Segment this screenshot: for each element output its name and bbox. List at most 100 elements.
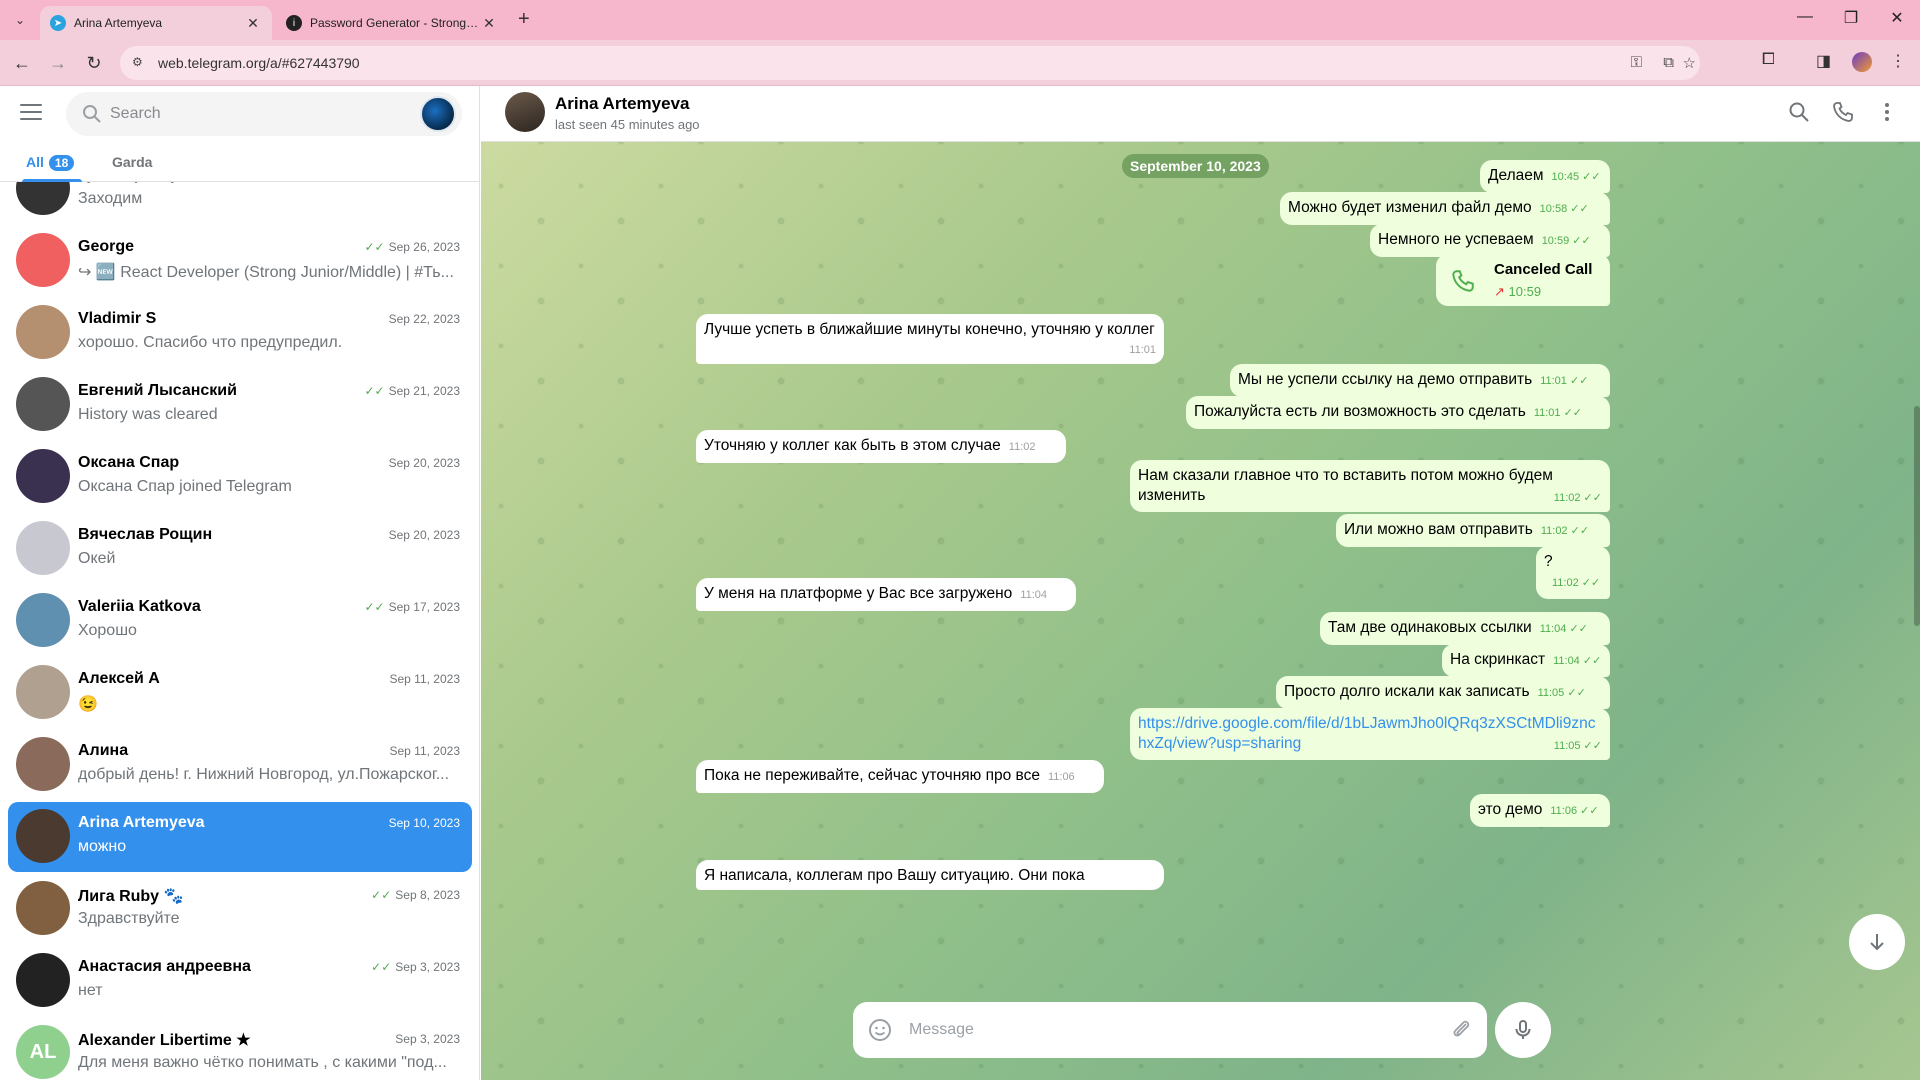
outgoing-message[interactable]: https://drive.google.com/file/d/1bLJawmJ… (1130, 708, 1610, 760)
emoji-icon[interactable] (867, 1017, 893, 1043)
incoming-message[interactable]: У меня на платформе у Вас все загружено 1… (696, 578, 1076, 611)
message-text: Можно будет изменил файл демо (1288, 199, 1532, 216)
chat-list-item[interactable]: Гульнара Мухаметова Заходим (8, 182, 472, 224)
more-options-icon[interactable] (1875, 100, 1899, 124)
outgoing-message[interactable]: Делаем 10:45 ✓✓ (1480, 160, 1610, 193)
read-checkmark-icon: ✓✓ (1580, 492, 1602, 504)
chat-list-item[interactable]: Анастасия андреевна ✓✓ Sep 3, 2023 нет (8, 946, 472, 1016)
scrollbar[interactable] (1914, 406, 1920, 626)
message-input[interactable]: Message (853, 1002, 1487, 1058)
read-checkmark-icon: ✓✓ (1569, 235, 1591, 247)
chat-list-item[interactable]: AL Alexander Libertime ★ Sep 3, 2023 Для ме… (8, 1018, 472, 1080)
address-bar[interactable]: ⚙ web.telegram.org/a/#627443790 ⚿ ⧉ ☆ (120, 46, 1700, 80)
phone-icon[interactable] (1450, 268, 1476, 294)
incoming-message[interactable]: Уточняю у коллег как быть в этом случае 1… (696, 430, 1066, 463)
chat-list-item[interactable]: Лига Ruby 🐾 ✓✓ Sep 8, 2023 Здравствуйте (8, 874, 472, 944)
tab-garda[interactable]: Garda (112, 154, 152, 170)
message-time: 11:04 (1020, 589, 1047, 601)
extensions-icon[interactable]: ⧠ (1762, 51, 1775, 69)
side-panel-icon[interactable]: ◨ (1816, 51, 1831, 71)
chat-list-item[interactable]: Вячеслав Рощин Sep 20, 2023 Окей (8, 514, 472, 584)
search-input[interactable]: Search (66, 92, 462, 136)
tab-label: Garda (112, 154, 153, 170)
chat-list-item[interactable]: Arina Artemyeva Sep 10, 2023 можно (8, 802, 472, 872)
close-tab-icon[interactable]: ✕ (244, 15, 262, 32)
message-time-text: 10:58 (1539, 203, 1568, 215)
attach-icon[interactable] (1449, 1017, 1473, 1041)
contact-name[interactable]: Arina Artemyeva (555, 94, 690, 114)
bookmark-star-icon[interactable]: ☆ (1683, 54, 1696, 72)
chat-name: Оксана Спар (78, 454, 180, 471)
restore-icon[interactable]: ❐ (1836, 8, 1866, 28)
install-app-icon[interactable]: ⧉ (1663, 54, 1674, 71)
tab-all[interactable]: All 18 (26, 154, 75, 171)
outgoing-message[interactable]: На скринкаст 11:04 ✓✓ (1442, 644, 1610, 677)
outgoing-message[interactable]: Нам сказали главное что то вставить пото… (1130, 460, 1610, 512)
message-link[interactable]: https://drive.google.com/file/d/1bLJawmJ… (1138, 715, 1595, 752)
stories-avatar[interactable] (420, 96, 456, 132)
tab-telegram[interactable]: ➤ Arina Artemyeva ✕ (40, 6, 272, 40)
incoming-message[interactable]: Лучше успеть в ближайшие минуты конечно,… (696, 314, 1164, 364)
tab-search-button[interactable]: ⌄ (8, 8, 32, 32)
chat-list-item[interactable]: Евгений Лысанский ✓✓ Sep 21, 2023 History w… (8, 370, 472, 440)
outgoing-message[interactable]: Или можно вам отправить 11:02 ✓✓ (1336, 514, 1610, 547)
outgoing-message[interactable]: Немного не успеваем 10:59 ✓✓ (1370, 224, 1610, 257)
read-checkmark-icon: ✓✓ (1567, 525, 1590, 537)
chat-list-item[interactable]: George ✓✓ Sep 26, 2023 ↪ 🆕 React Developer … (8, 226, 472, 296)
voice-record-button[interactable] (1495, 1002, 1551, 1058)
outgoing-message[interactable]: Мы не успели ссылку на демо отправить 11:… (1230, 364, 1610, 397)
chat-preview: Для меня важно чётко понимать , с какими… (78, 1054, 447, 1071)
incoming-message[interactable]: Пока не переживайте, сейчас уточняю про … (696, 760, 1104, 793)
key-icon[interactable]: ⚿ (1631, 54, 1642, 71)
menu-icon[interactable] (20, 104, 42, 122)
message-time: 11:05 ✓✓ (1538, 687, 1586, 699)
forward-button[interactable]: → (46, 51, 70, 75)
contact-avatar[interactable] (505, 92, 545, 132)
chat-name: Вячеслав Рощин (78, 526, 213, 543)
read-checkmark-icon: ✓✓ (1579, 171, 1601, 183)
call-time-text: 10:59 (1508, 284, 1542, 299)
chat-preview: Здравствуйте (78, 910, 180, 927)
back-button[interactable]: ← (10, 51, 34, 75)
message-time: 11:01 ✓✓ (1540, 375, 1588, 387)
read-checkmark-icon: ✓✓ (371, 960, 392, 974)
avatar (16, 953, 70, 1007)
chat-preview: Оксана Спар joined Telegram (78, 478, 292, 495)
site-info-icon[interactable]: ⚙ (132, 55, 148, 71)
outgoing-message[interactable]: это демо 11:06 ✓✓ (1470, 794, 1610, 827)
chat-list-item[interactable]: Valeriia Katkova ✓✓ Sep 17, 2023 Хорошо (8, 586, 472, 656)
close-tab-icon[interactable]: ✕ (480, 15, 498, 32)
message-time: 11:06 ✓✓ (1550, 805, 1598, 817)
chat-header[interactable]: Arina Artemyeva last seen 45 minutes ago (481, 86, 1920, 142)
profile-avatar[interactable] (1852, 52, 1872, 72)
call-message[interactable]: Canceled Call ↗ 10:59 (1436, 254, 1610, 306)
chat-date-text: Sep 11, 2023 (389, 744, 460, 758)
scroll-down-button[interactable] (1849, 914, 1905, 970)
phone-icon[interactable] (1831, 100, 1855, 124)
chat-list-item[interactable]: Vladimir S Sep 22, 2023 хорошо. Спасибо чт… (8, 298, 472, 368)
read-checkmark-icon: ✓✓ (364, 240, 385, 254)
message-time-text: 11:02 (1552, 577, 1579, 589)
outgoing-message[interactable]: Пожалуйста есть ли возможность это сдела… (1186, 396, 1610, 429)
message-list: September 10, 2023 Делаем 10:45 ✓✓ Можно б… (481, 142, 1920, 988)
close-window-icon[interactable]: ✕ (1882, 8, 1912, 28)
reload-button[interactable]: ↻ (82, 51, 106, 75)
chat-list-item[interactable]: Оксана Спар Sep 20, 2023 Оксана Спар joine… (8, 442, 472, 512)
outgoing-message[interactable]: ? 11:02 ✓✓ (1536, 546, 1610, 599)
message-time: 11:02 (1009, 441, 1036, 453)
browser-menu-icon[interactable]: ⋮ (1890, 51, 1906, 71)
outgoing-message[interactable]: Можно будет изменил файл демо 10:58 ✓✓ (1280, 192, 1610, 225)
outgoing-message[interactable]: Просто долго искали как записать 11:05 ✓✓ (1276, 676, 1610, 709)
new-tab-button[interactable]: + (518, 8, 530, 31)
tab-password-generator[interactable]: i Password Generator - Strong, R ✕ (276, 6, 508, 40)
chat-list-item[interactable]: Алексей А Sep 11, 2023 😉 (8, 658, 472, 728)
message-time: 11:06 (1048, 771, 1075, 783)
chat-list-item[interactable]: Алина Sep 11, 2023 добрый день! г. Нижний … (8, 730, 472, 800)
search-icon[interactable] (1787, 100, 1811, 124)
minimize-icon[interactable]: — (1790, 8, 1820, 26)
outgoing-message[interactable]: Там две одинаковых ссылки 11:04 ✓✓ (1320, 612, 1610, 645)
message-time-text: 11:01 (1540, 375, 1567, 387)
message-time: 11:02 ✓✓ (1554, 488, 1602, 508)
incoming-message[interactable]: Я написала, коллегам про Вашу ситуацию. … (696, 860, 1164, 890)
message-text: Я написала, коллегам про Вашу ситуацию. … (704, 867, 1085, 884)
